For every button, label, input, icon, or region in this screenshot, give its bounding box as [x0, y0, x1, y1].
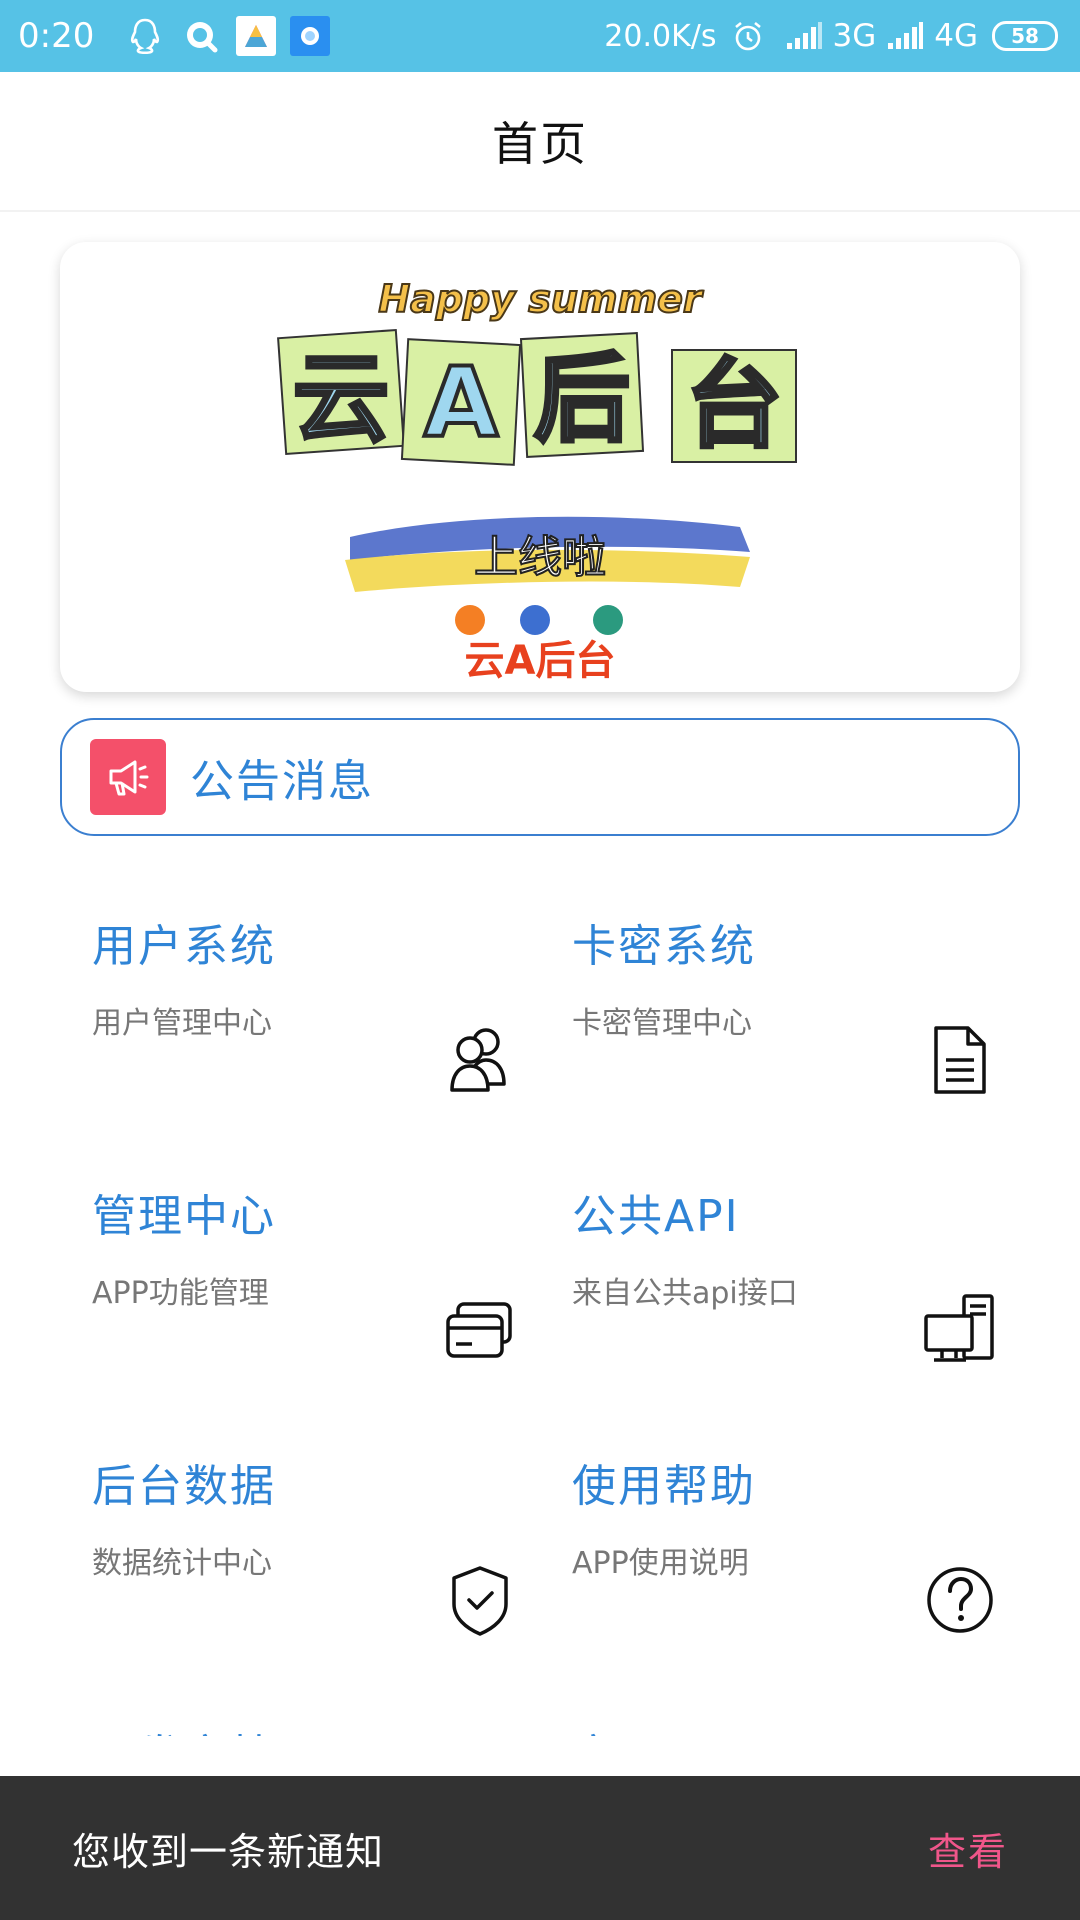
module-subtitle: APP功能管理	[92, 1276, 269, 1311]
module-title: 公共API	[572, 1191, 740, 1242]
megaphone-icon	[90, 739, 166, 815]
module-subtitle: 卡密管理中心	[572, 1006, 752, 1041]
module-admin-center[interactable]: 管理中心 APP功能管理	[60, 1150, 540, 1420]
banner-title-char: 后	[534, 343, 630, 455]
banner-title-char: 台	[686, 349, 782, 461]
module-title: 用户系统	[92, 921, 276, 972]
users-icon	[440, 1020, 520, 1100]
module-subtitle: 来自公共api接口	[572, 1276, 798, 1311]
network-type-1: 3G	[832, 18, 877, 54]
app-icon	[236, 16, 277, 56]
clock: 0:20	[18, 16, 95, 56]
banner-title-char: A	[424, 347, 498, 459]
cards-icon	[440, 1290, 520, 1370]
module-users[interactable]: 用户系统 用户管理中心	[60, 880, 540, 1150]
network-type-2: 4G	[934, 18, 978, 54]
banner-title-char: 云	[293, 343, 389, 455]
module-title: 实用工具	[572, 1720, 756, 1736]
page-title: 首页	[492, 117, 588, 171]
banner-dots	[455, 605, 623, 635]
banner-image: Happy summer 云 A 后 台 上线啦 云A后台	[277, 276, 797, 684]
status-bar-left: 0:20	[18, 15, 344, 57]
battery-icon: 58	[992, 21, 1058, 51]
module-grid: 用户系统 用户管理中心 卡密系统 卡密管理中心 管理中心 APP功能管理 公共A…	[60, 880, 1020, 1736]
alarm-icon	[727, 15, 769, 57]
banner-headline: Happy summer	[378, 277, 703, 321]
module-backend-data[interactable]: 后台数据 数据统计中心	[60, 1420, 540, 1690]
banner-dot	[455, 605, 485, 635]
module-subtitle: 用户管理中心	[92, 1006, 272, 1041]
module-tools[interactable]: 实用工具	[540, 1690, 1020, 1736]
banner-dot	[520, 605, 550, 635]
document-icon	[920, 1020, 1000, 1100]
module-subtitle: APP使用说明	[572, 1546, 749, 1581]
help-icon	[920, 1560, 1000, 1640]
net-speed: 20.0K/s	[604, 18, 717, 54]
announcement-label: 公告消息	[190, 756, 374, 807]
qq-icon	[124, 15, 166, 57]
battery-level: 58	[1011, 24, 1039, 48]
banner-slogan: 上线啦	[474, 532, 606, 583]
banner-title-tiles: 云 A 后 台	[277, 328, 797, 466]
module-subtitle: 数据统计中心	[92, 1546, 272, 1581]
browser-icon	[180, 15, 222, 57]
banner-brand: 云A后台	[465, 638, 616, 684]
snackbar-message: 您收到一条新通知	[72, 1829, 385, 1874]
signal-icon	[783, 15, 825, 57]
app-icon	[290, 16, 331, 56]
shield-check-icon	[440, 1560, 520, 1640]
module-title: 开发文档	[92, 1720, 276, 1736]
module-public-api[interactable]: 公共API 来自公共api接口	[540, 1150, 1020, 1420]
computer-icon	[920, 1290, 1000, 1370]
module-title: 后台数据	[92, 1461, 276, 1512]
app-header: 首页	[0, 72, 1080, 212]
status-bar-right: 20.0K/s 3G 4G 58	[604, 15, 1058, 57]
module-card-keys[interactable]: 卡密系统 卡密管理中心	[540, 880, 1020, 1150]
view-button[interactable]: 查看	[928, 1821, 1008, 1876]
module-help[interactable]: 使用帮助 APP使用说明	[540, 1420, 1020, 1690]
module-title: 使用帮助	[572, 1461, 756, 1512]
signal-icon	[884, 15, 926, 57]
announcement-bar[interactable]: 公告消息	[60, 718, 1020, 836]
module-title: 卡密系统	[572, 921, 756, 972]
module-dev-docs[interactable]: 开发文档	[60, 1690, 540, 1736]
module-title: 管理中心	[92, 1191, 276, 1242]
notification-snackbar: 您收到一条新通知 查看	[0, 1776, 1080, 1920]
banner-dot	[593, 605, 623, 635]
status-bar: 0:20 20.0K/s 3G 4G 58	[0, 0, 1080, 72]
banner-card[interactable]: Happy summer 云 A 后 台 上线啦 云A后台	[60, 242, 1020, 692]
